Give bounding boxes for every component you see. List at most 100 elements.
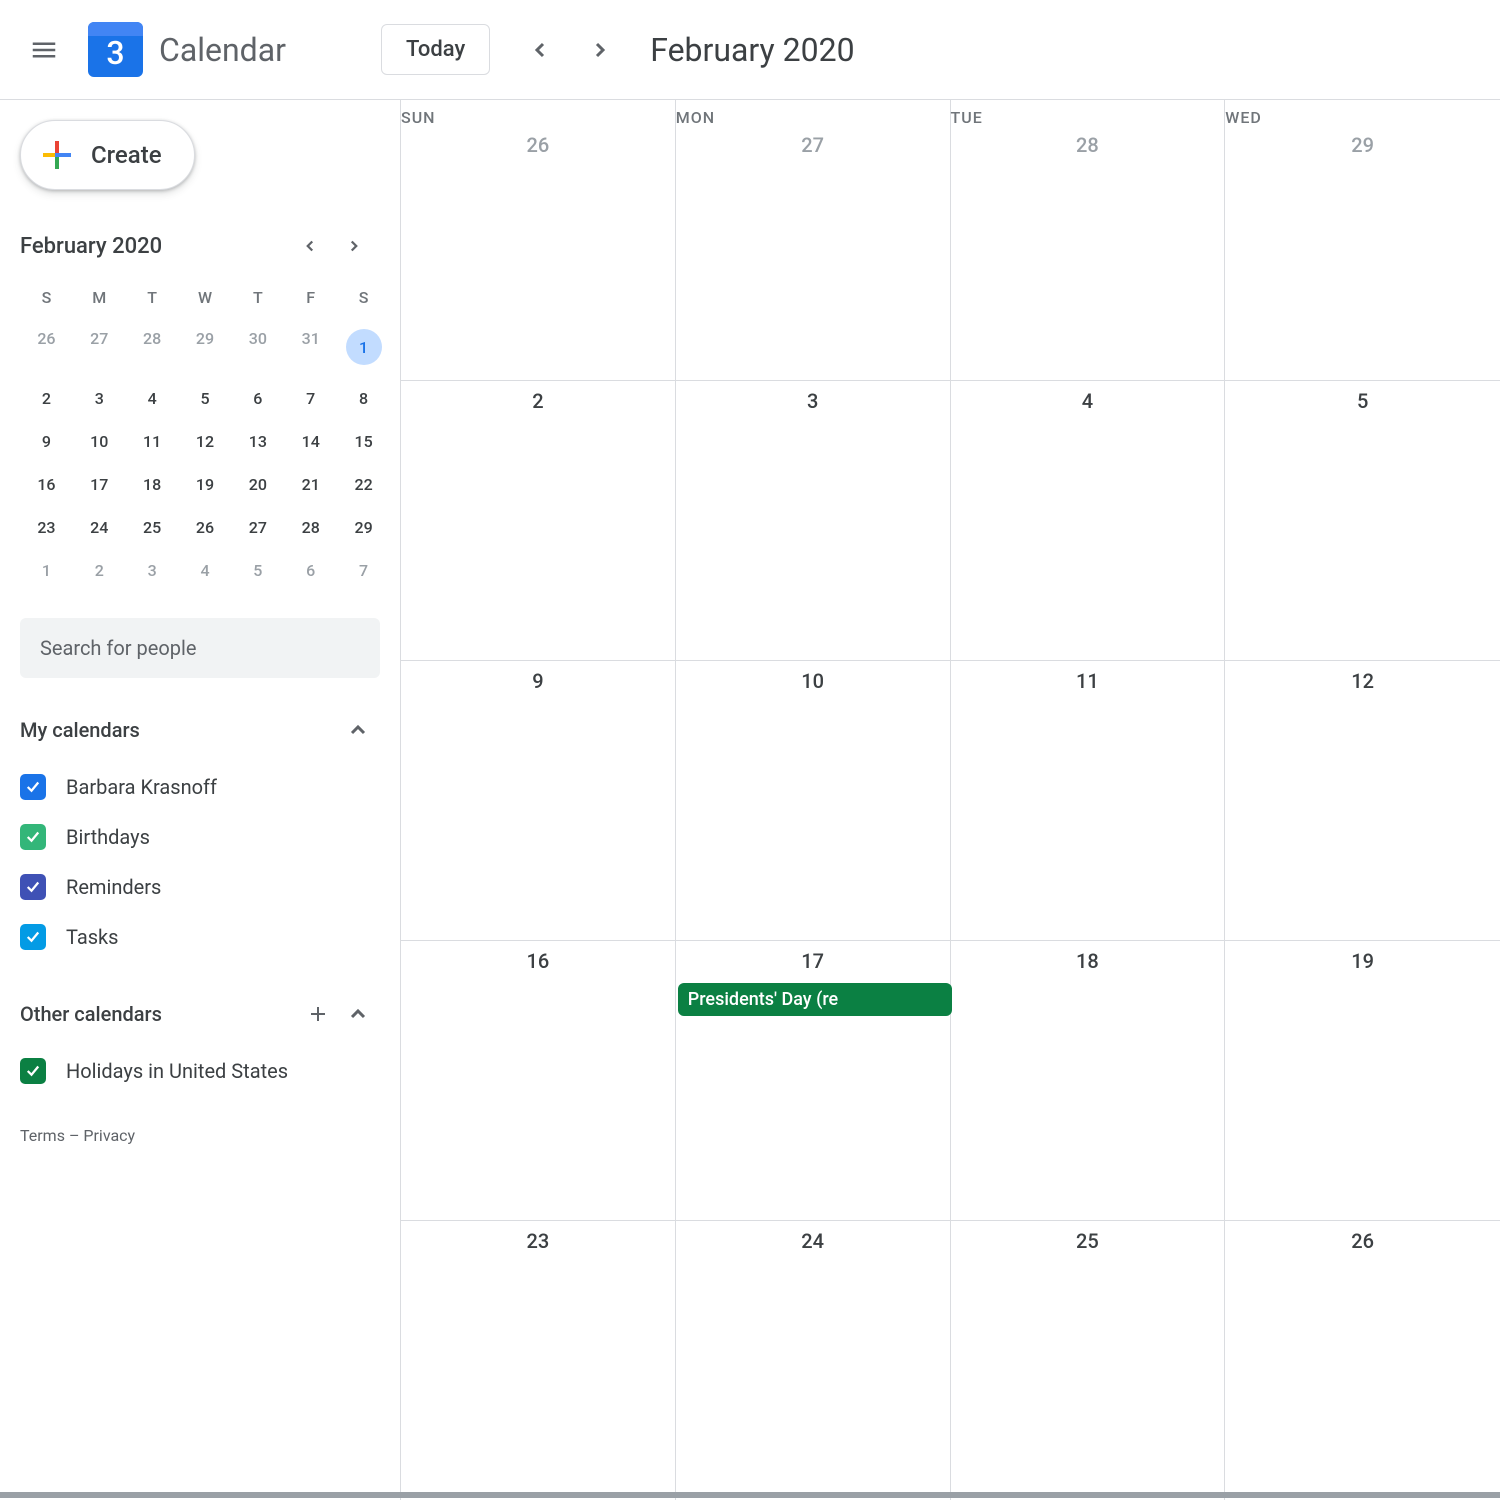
checkbox-icon[interactable] [20, 924, 46, 950]
privacy-link[interactable]: Privacy [83, 1126, 135, 1145]
calendar-item[interactable]: Reminders [20, 862, 400, 912]
day-cell[interactable]: 3 [676, 381, 951, 660]
mini-cal-day[interactable]: 4 [179, 553, 232, 588]
mini-cal-day[interactable]: 13 [231, 424, 284, 459]
other-calendars-toggle[interactable]: Other calendars [20, 1002, 400, 1026]
calendar-item[interactable]: Tasks [20, 912, 400, 962]
mini-cal-day[interactable]: 31 [284, 321, 337, 373]
day-cell[interactable]: 4 [951, 381, 1226, 660]
event-chip[interactable]: Presidents' Day (re [678, 983, 952, 1016]
mini-cal-day[interactable]: 28 [284, 510, 337, 545]
next-month-button[interactable] [580, 30, 620, 70]
mini-cal-day[interactable]: 1 [337, 321, 390, 373]
calendar-item-label: Barbara Krasnoff [66, 775, 217, 799]
month-nav [520, 30, 620, 70]
other-calendars-title: Other calendars [20, 1002, 162, 1026]
day-cell[interactable]: 16 [401, 941, 676, 1220]
create-button[interactable]: Create [20, 120, 195, 190]
day-cell[interactable]: TUE28 [951, 100, 1226, 380]
today-button[interactable]: Today [381, 24, 490, 75]
mini-cal-day[interactable]: 2 [20, 381, 73, 416]
day-cell[interactable]: 2 [401, 381, 676, 660]
sidebar: Create February 2020 SMTWTFS262728293031… [0, 100, 400, 1500]
my-calendars-toggle[interactable]: My calendars [20, 718, 400, 742]
mini-cal-day[interactable]: 1 [20, 553, 73, 588]
mini-cal-day[interactable]: 8 [337, 381, 390, 416]
my-calendars-title: My calendars [20, 718, 140, 742]
mini-cal-day[interactable]: 12 [179, 424, 232, 459]
mini-cal-day[interactable]: 26 [20, 321, 73, 373]
mini-cal-day[interactable]: 4 [126, 381, 179, 416]
search-people-input[interactable]: Search for people [20, 618, 380, 678]
mini-cal-day[interactable]: 19 [179, 467, 232, 502]
mini-cal-day[interactable]: 27 [73, 321, 126, 373]
mini-cal-day[interactable]: 30 [231, 321, 284, 373]
checkbox-icon[interactable] [20, 824, 46, 850]
day-cell[interactable]: 9 [401, 661, 676, 940]
my-calendars-section: My calendars Barbara Krasnoff BirthdaysRe… [20, 718, 400, 962]
day-cell[interactable]: 11 [951, 661, 1226, 940]
day-cell[interactable]: 10 [676, 661, 951, 940]
prev-month-button[interactable] [520, 30, 560, 70]
day-cell[interactable]: 5 [1225, 381, 1500, 660]
mini-cal-day[interactable]: 6 [231, 381, 284, 416]
mini-cal-day[interactable]: 11 [126, 424, 179, 459]
day-cell[interactable]: 12 [1225, 661, 1500, 940]
mini-cal-day[interactable]: 20 [231, 467, 284, 502]
calendar-item-label: Holidays in United States [66, 1059, 288, 1083]
mini-cal-day[interactable]: 5 [179, 381, 232, 416]
plus-icon[interactable] [306, 1002, 330, 1026]
mini-cal-day[interactable]: 21 [284, 467, 337, 502]
mini-cal-day[interactable]: 25 [126, 510, 179, 545]
mini-cal-day[interactable]: 15 [337, 424, 390, 459]
day-cell[interactable]: 25 [951, 1221, 1226, 1500]
mini-cal-day[interactable]: 18 [126, 467, 179, 502]
calendar-item[interactable]: Barbara Krasnoff [20, 762, 400, 812]
mini-cal-day[interactable]: 17 [73, 467, 126, 502]
calendar-item[interactable]: Birthdays [20, 812, 400, 862]
mini-cal-day[interactable]: 22 [337, 467, 390, 502]
terms-link[interactable]: Terms [20, 1126, 65, 1145]
mini-cal-day[interactable]: 27 [231, 510, 284, 545]
mini-cal-day[interactable]: 3 [73, 381, 126, 416]
day-cell[interactable]: MON27 [676, 100, 951, 380]
mini-cal-day[interactable]: 7 [337, 553, 390, 588]
mini-cal-day[interactable]: 5 [231, 553, 284, 588]
day-cell[interactable]: SUN26 [401, 100, 676, 380]
calendar-item[interactable]: Holidays in United States [20, 1046, 400, 1096]
mini-cal-day[interactable]: 3 [126, 553, 179, 588]
mini-cal-day[interactable]: 16 [20, 467, 73, 502]
mini-cal-day[interactable]: 29 [337, 510, 390, 545]
day-cell[interactable]: 17Presidents' Day (re [676, 941, 951, 1220]
checkbox-icon[interactable] [20, 1058, 46, 1084]
mini-cal-day[interactable]: 24 [73, 510, 126, 545]
mini-cal-day[interactable]: 23 [20, 510, 73, 545]
day-cell[interactable]: 19 [1225, 941, 1500, 1220]
day-number: 25 [951, 1229, 1225, 1253]
mini-cal-next[interactable] [338, 230, 370, 262]
day-cell[interactable]: 23 [401, 1221, 676, 1500]
mini-cal-day[interactable]: 14 [284, 424, 337, 459]
mini-cal-day[interactable]: 2 [73, 553, 126, 588]
mini-cal-day[interactable]: 6 [284, 553, 337, 588]
menu-icon[interactable] [20, 26, 68, 74]
day-number: 26 [401, 133, 675, 157]
mini-cal-day[interactable]: 9 [20, 424, 73, 459]
mini-cal-prev[interactable] [294, 230, 326, 262]
mini-cal-day[interactable]: 28 [126, 321, 179, 373]
day-cell[interactable]: 18 [951, 941, 1226, 1220]
checkbox-icon[interactable] [20, 774, 46, 800]
app-logo[interactable]: 3 Calendar [88, 22, 286, 77]
mini-cal-day[interactable]: 29 [179, 321, 232, 373]
day-cell[interactable]: 24 [676, 1221, 951, 1500]
day-cell[interactable]: 26 [1225, 1221, 1500, 1500]
mini-calendar: February 2020 SMTWTFS2627282930311234567… [20, 230, 390, 588]
checkbox-icon[interactable] [20, 874, 46, 900]
calendar-item-label: Tasks [66, 925, 119, 949]
day-number: 29 [1225, 133, 1500, 157]
weekday-label: TUE [951, 108, 1225, 127]
mini-cal-day[interactable]: 10 [73, 424, 126, 459]
mini-cal-day[interactable]: 26 [179, 510, 232, 545]
mini-cal-day[interactable]: 7 [284, 381, 337, 416]
day-cell[interactable]: WED29 [1225, 100, 1500, 380]
